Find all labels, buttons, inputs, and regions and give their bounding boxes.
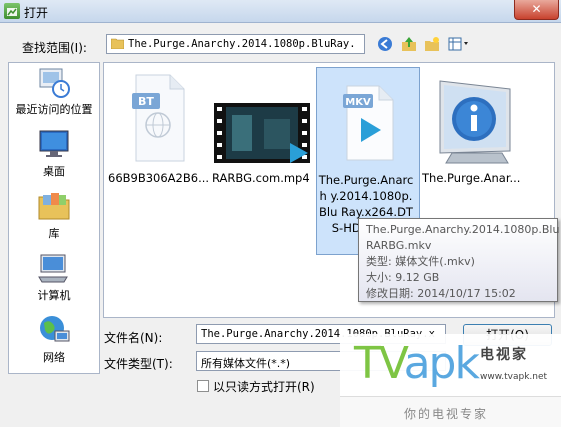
video-thumbnail: [214, 103, 310, 163]
view-menu-icon: [448, 37, 468, 51]
computer-icon: [38, 254, 68, 283]
watermark-url: www.tvapk.net: [480, 372, 548, 382]
back-arrow-icon: [378, 37, 392, 51]
filetype-value: 所有媒体文件(*.*): [201, 357, 291, 370]
svg-text:BT: BT: [138, 95, 154, 108]
desktop-icon: [39, 130, 69, 157]
new-folder-button[interactable]: [423, 36, 441, 52]
place-label: 最近访问的位置: [15, 103, 93, 116]
tooltip-type: 类型: 媒体文件(.mkv): [366, 255, 475, 268]
network-icon: [40, 316, 70, 342]
readonly-checkbox[interactable]: [197, 380, 209, 392]
recent-places-icon: [39, 68, 70, 98]
info-file-icon: [439, 80, 511, 164]
tvapk-watermark: TVapk 电视家 www.tvapk.net 你的电视专家: [340, 334, 561, 427]
view-menu-button[interactable]: [448, 36, 472, 52]
places-bar: 最近访问的位置 桌面 库 计算机 网络: [8, 62, 100, 374]
tooltip-name-line1: The.Purge.Anarchy.2014.1080p.Blu: [366, 223, 560, 236]
watermark-logo-area: TVapk 电视家 www.tvapk.net: [340, 334, 561, 396]
up-folder-button[interactable]: [400, 36, 418, 52]
file-item-info[interactable]: The.Purge.Anar...: [422, 67, 532, 243]
window-title: 打开: [24, 6, 49, 20]
place-label: 库: [48, 227, 60, 240]
watermark-cn: 电视家: [480, 347, 528, 363]
file-item-mp4[interactable]: RARBG.com.mp4: [212, 67, 312, 243]
place-label: 计算机: [37, 289, 71, 302]
filetype-label: 文件类型(T):: [104, 357, 173, 371]
tooltip-size: 大小: 9.12 GB: [366, 271, 440, 284]
app-icon: [4, 3, 20, 19]
place-recent[interactable]: 最近访问的位置: [9, 65, 99, 117]
watermark-slogan-bar: 你的电视专家: [340, 396, 561, 427]
place-label: 桌面: [43, 165, 65, 178]
readonly-label: 以只读方式打开(R): [213, 380, 315, 394]
close-button[interactable]: ✕: [514, 0, 559, 20]
mkv-file-icon: MKV: [343, 85, 394, 161]
place-libraries[interactable]: 库: [9, 189, 99, 241]
look-in-combo[interactable]: The.Purge.Anarchy.2014.1080p.BluRay.: [106, 34, 365, 54]
up-folder-icon: [402, 37, 416, 51]
file-item-torrent[interactable]: BT 66B9B306A2B6...: [108, 67, 209, 243]
place-desktop[interactable]: 桌面: [9, 127, 99, 179]
new-folder-icon: [425, 37, 439, 51]
file-name: RARBG.com.mp4: [212, 171, 310, 185]
tooltip-name-line2: RARBG.mkv: [366, 239, 432, 252]
torrent-file-icon: BT: [132, 74, 185, 162]
folder-icon: [111, 38, 124, 49]
tooltip-modified: 修改日期: 2014/10/17 15:02: [366, 287, 516, 300]
libraries-icon: [38, 193, 70, 220]
title-bar: 打开 ✕: [0, 0, 561, 23]
watermark-slogan: 你的电视专家: [404, 407, 489, 421]
close-icon: ✕: [531, 2, 542, 16]
watermark-logo: TVapk: [354, 338, 480, 389]
place-computer[interactable]: 计算机: [9, 251, 99, 303]
place-label: 网络: [43, 351, 65, 364]
file-name: The.Purge.Anar...: [422, 171, 521, 185]
file-name: 66B9B306A2B6...: [108, 171, 210, 185]
back-button[interactable]: [376, 36, 394, 52]
look-in-value: The.Purge.Anarchy.2014.1080p.BluRay.: [128, 38, 356, 50]
place-network[interactable]: 网络: [9, 313, 99, 365]
file-tooltip: The.Purge.Anarchy.2014.1080p.Blu RARBG.m…: [358, 218, 560, 302]
filename-label: 文件名(N):: [104, 331, 163, 345]
mkv-badge-text: MKV: [345, 97, 371, 108]
look-in-label: 查找范围(I):: [22, 41, 87, 55]
